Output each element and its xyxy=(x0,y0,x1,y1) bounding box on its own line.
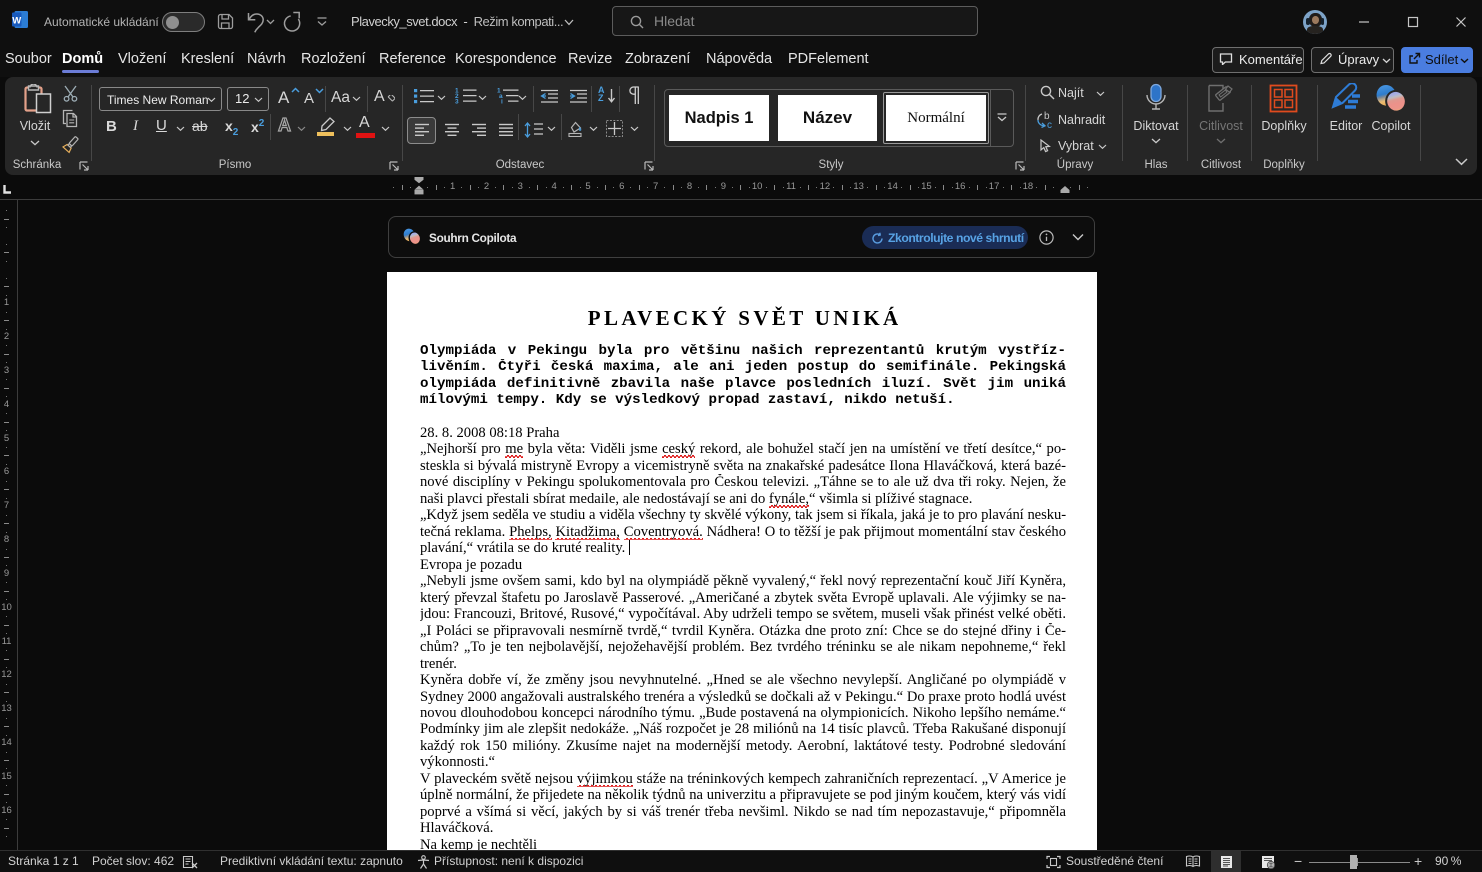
svg-text:i: i xyxy=(501,99,503,105)
svg-text:3: 3 xyxy=(455,99,459,105)
svg-text:W: W xyxy=(12,16,21,27)
